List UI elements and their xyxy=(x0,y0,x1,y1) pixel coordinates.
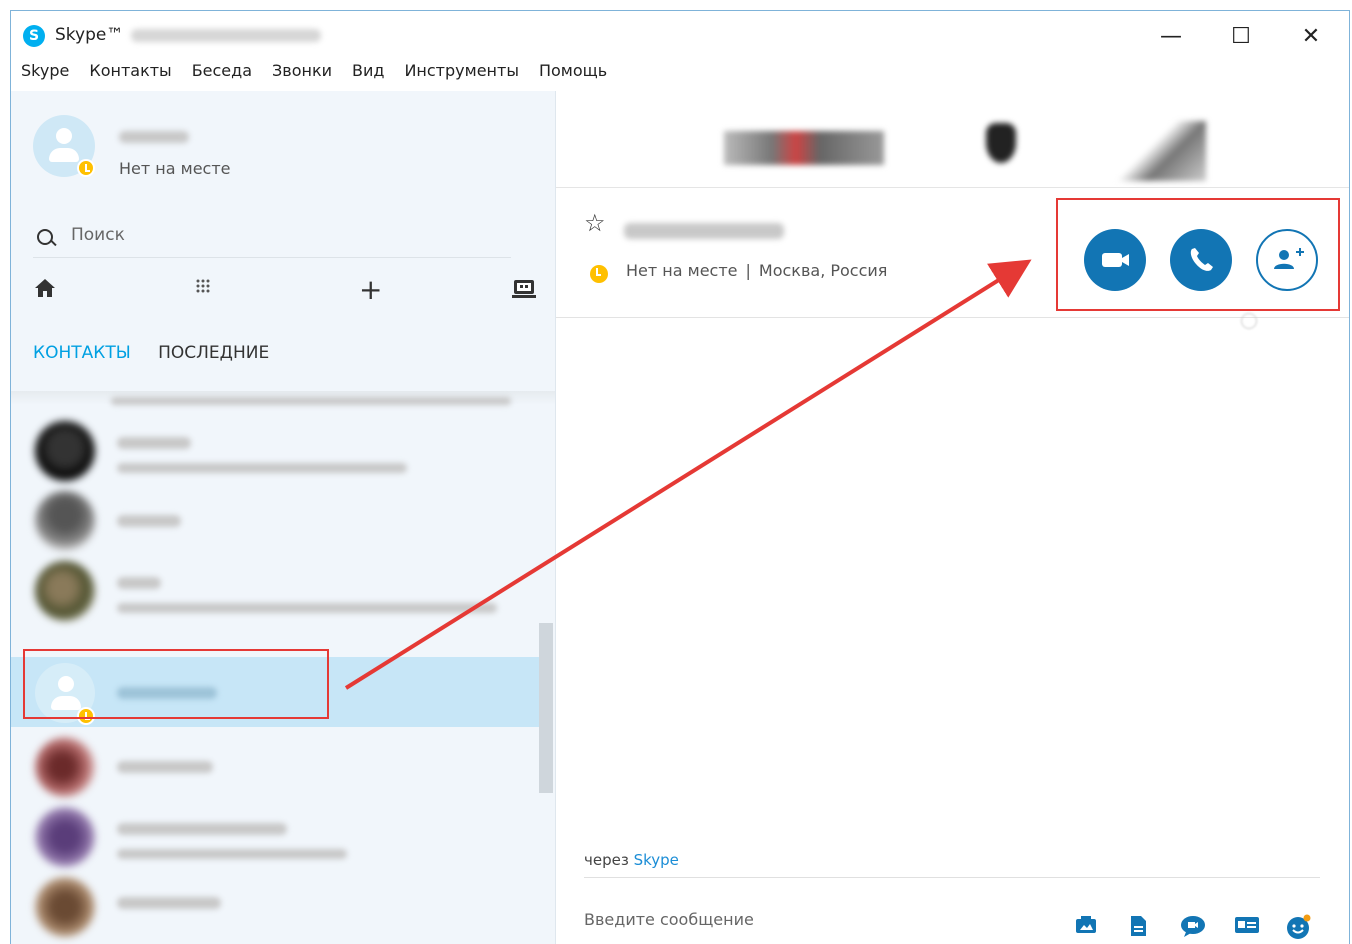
contact-status-line: Нет на месте | Москва, Россия xyxy=(626,261,888,280)
search-icon xyxy=(37,229,53,245)
highlight-selected-contact xyxy=(23,649,329,719)
favorite-star-icon[interactable]: ☆ xyxy=(584,209,606,237)
info-icon[interactable] xyxy=(1241,313,1257,329)
sidebar-tabs: КОНТАКТЫ ПОСЛЕДНИЕ xyxy=(33,343,269,363)
ad-logo-3[interactable] xyxy=(1116,121,1206,181)
menu-contacts[interactable]: Контакты xyxy=(89,61,171,89)
ad-banner xyxy=(556,91,1349,188)
contact-avatar xyxy=(35,807,95,867)
conversation-pane: ☆ Нет на месте | Москва, Россия через Skyp… xyxy=(556,91,1349,944)
window-title: Skype™ xyxy=(55,25,124,45)
contact-partial-blurred xyxy=(111,397,511,405)
close-button[interactable]: ✕ xyxy=(1291,23,1331,51)
message-input[interactable]: Введите сообщение xyxy=(584,910,754,929)
sidebar-toolbar: + xyxy=(33,273,536,307)
profile-status[interactable]: Нет на месте xyxy=(119,159,231,178)
contact-status: Нет на месте xyxy=(626,261,738,280)
contact-avatar xyxy=(35,561,95,621)
title-bar: S Skype™ — ☐ ✕ xyxy=(11,11,1349,59)
profile-avatar[interactable] xyxy=(33,115,95,177)
tab-recent[interactable]: ПОСЛЕДНИЕ xyxy=(158,343,269,363)
conversation-contact-name-blurred xyxy=(624,223,784,239)
contact-avatar xyxy=(35,491,95,551)
ad-logo-1[interactable] xyxy=(724,131,884,165)
menu-calls[interactable]: Звонки xyxy=(272,61,332,89)
file-send-icon[interactable] xyxy=(1128,914,1150,936)
via-label: через Skype xyxy=(584,851,679,869)
maximize-button[interactable]: ☐ xyxy=(1221,23,1261,51)
search-input[interactable]: Поиск xyxy=(71,225,125,245)
contact-row[interactable] xyxy=(11,555,539,625)
menu-skype[interactable]: Skype xyxy=(21,61,69,89)
contact-row[interactable] xyxy=(11,415,539,485)
minimize-button[interactable]: — xyxy=(1151,23,1191,51)
image-share-icon[interactable] xyxy=(1074,914,1096,936)
highlight-call-buttons xyxy=(1056,198,1340,311)
contacts-scrollbar[interactable] xyxy=(539,623,553,793)
contact-card-icon[interactable] xyxy=(1234,914,1259,936)
home-icon[interactable] xyxy=(33,277,57,307)
video-message-icon[interactable] xyxy=(1180,914,1205,937)
contact-row[interactable] xyxy=(11,485,539,555)
ad-logo-2[interactable] xyxy=(986,123,1016,163)
menu-tools[interactable]: Инструменты xyxy=(404,61,519,89)
menu-conversation[interactable]: Беседа xyxy=(192,61,252,89)
contact-row[interactable] xyxy=(11,801,539,871)
menu-help[interactable]: Помощь xyxy=(539,61,607,89)
contact-avatar xyxy=(35,421,95,481)
contacts-sidebar: Нет на месте Поиск + КОНТАКТЫ ПОСЛЕДНИЕ xyxy=(11,91,556,944)
via-skype-link[interactable]: Skype xyxy=(634,851,679,869)
dialpad-icon[interactable] xyxy=(193,277,213,307)
away-status-icon xyxy=(77,159,95,177)
contact-row[interactable] xyxy=(11,871,539,941)
skype-logo-icon: S xyxy=(23,25,45,47)
menu-bar: Skype Контакты Беседа Звонки Вид Инструм… xyxy=(11,61,617,89)
profile-name-blurred xyxy=(119,131,189,143)
bot-icon[interactable] xyxy=(511,277,537,307)
contact-avatar xyxy=(35,877,95,937)
tab-contacts[interactable]: КОНТАКТЫ xyxy=(33,343,131,363)
emoticon-icon[interactable] xyxy=(1286,914,1311,939)
message-composer: Введите сообщение xyxy=(584,877,1320,939)
away-status-icon xyxy=(590,265,608,283)
skype-window: S Skype™ — ☐ ✕ Skype Контакты Беседа Зво… xyxy=(10,10,1350,944)
search-box[interactable]: Поиск xyxy=(33,219,511,258)
blurred-username xyxy=(131,29,321,42)
menu-view[interactable]: Вид xyxy=(352,61,384,89)
contact-row[interactable] xyxy=(11,731,539,801)
contact-location: Москва, Россия xyxy=(758,261,888,280)
contact-avatar xyxy=(35,737,95,797)
add-contact-button[interactable]: + xyxy=(359,273,382,306)
